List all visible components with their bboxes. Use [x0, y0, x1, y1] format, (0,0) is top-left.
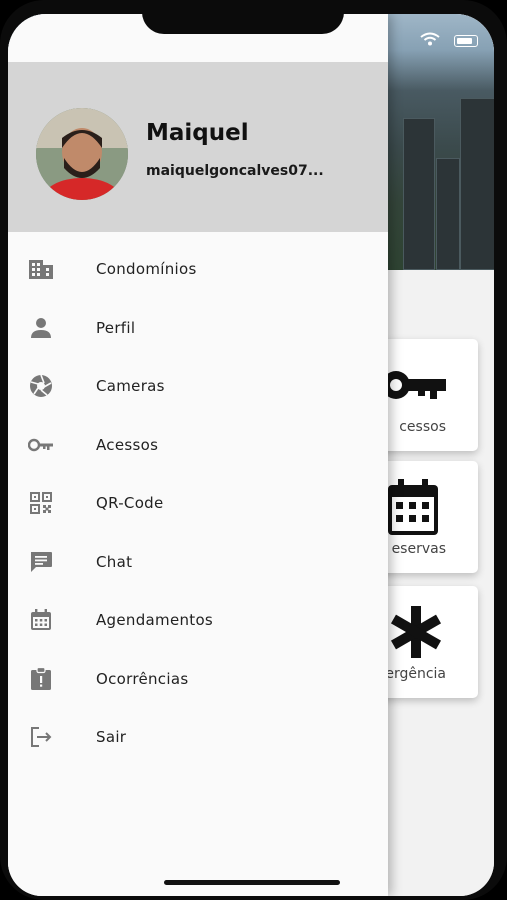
drawer-header: Maiquel maiquelgoncalves07...	[8, 62, 388, 232]
avatar-photo	[36, 108, 128, 200]
calendar-icon	[388, 479, 438, 535]
menu-item-agendamentos[interactable]: Agendamentos	[8, 591, 388, 650]
menu-label: Sair	[96, 728, 127, 747]
menu-label: Perfil	[96, 318, 136, 337]
menu-item-ocorrencias[interactable]: Ocorrências	[8, 650, 388, 709]
key-icon	[28, 432, 54, 458]
menu-item-qr-code[interactable]: QR-Code	[8, 474, 388, 533]
qr-code-icon	[28, 490, 54, 516]
menu-label: Agendamentos	[96, 611, 214, 630]
calendar-icon	[28, 607, 54, 633]
screen: cessos eservas ergência Maiquel maiquelg…	[8, 14, 494, 896]
chat-icon	[28, 549, 54, 575]
menu-item-condominios[interactable]: Condomínios	[8, 240, 388, 299]
building-icon	[28, 256, 54, 282]
menu-label: Acessos	[96, 435, 159, 454]
menu-item-acessos[interactable]: Acessos	[8, 416, 388, 475]
user-email: maiquelgoncalves07...	[146, 163, 324, 179]
drawer-menu: Condomínios Perfil Cameras Acessos QR-Co…	[8, 240, 388, 767]
person-icon	[28, 315, 54, 341]
building-shape	[403, 118, 435, 270]
menu-label: Chat	[96, 552, 133, 571]
menu-item-chat[interactable]: Chat	[8, 533, 388, 592]
key-icon	[382, 371, 446, 399]
battery-icon	[454, 35, 478, 47]
asterisk-icon	[390, 606, 442, 658]
menu-item-sair[interactable]: Sair	[8, 708, 388, 767]
building-shape	[460, 98, 494, 270]
camera-notch	[142, 0, 344, 34]
camera-shutter-icon	[28, 373, 54, 399]
menu-label: Ocorrências	[96, 669, 189, 688]
menu-item-perfil[interactable]: Perfil	[8, 299, 388, 358]
menu-item-cameras[interactable]: Cameras	[8, 357, 388, 416]
wifi-icon	[420, 32, 440, 46]
clipboard-alert-icon	[28, 666, 54, 692]
building-shape	[436, 158, 460, 270]
avatar[interactable]	[36, 108, 128, 200]
logout-icon	[28, 724, 54, 750]
menu-label: Condomínios	[96, 260, 197, 279]
menu-label: Cameras	[96, 377, 165, 396]
navigation-drawer: Maiquel maiquelgoncalves07... Condomínio…	[8, 14, 388, 896]
phone-frame: cessos eservas ergência Maiquel maiquelg…	[0, 0, 507, 900]
menu-label: QR-Code	[96, 494, 164, 513]
user-name: Maiquel	[146, 120, 249, 146]
home-indicator[interactable]	[164, 880, 340, 885]
